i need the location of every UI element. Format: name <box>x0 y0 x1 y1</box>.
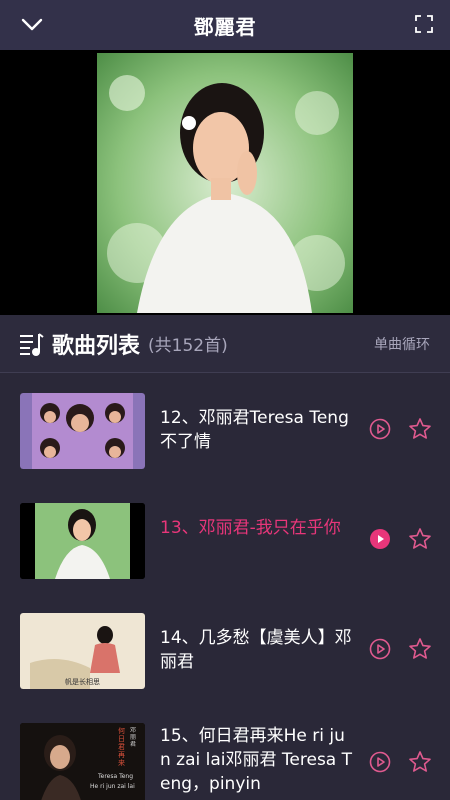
song-thumbnail: 何日君再来 邓丽君 Teresa Teng He ri jun zai lai <box>20 723 145 800</box>
song-thumbnail <box>20 393 145 469</box>
song-thumbnail: 帆是长相思 <box>20 613 145 689</box>
fullscreen-icon <box>415 15 433 33</box>
list-item[interactable]: 帆是长相思 14、几多愁【虞美人】邓丽君 <box>0 594 450 704</box>
thumbnail-caption: He ri jun zai lai <box>90 783 135 790</box>
chevron-down-icon <box>21 18 43 31</box>
thumbnail-caption: Teresa Teng <box>98 773 134 780</box>
playing-icon[interactable] <box>369 528 391 550</box>
list-item[interactable]: 12、邓丽君Teresa Teng不了情 <box>0 374 450 484</box>
song-title: 15、何日君再来He ri jun zai lai邓丽君 Teresa Teng… <box>160 726 353 794</box>
thumbnail-caption: 邓丽君 <box>130 727 137 748</box>
play-mode-button[interactable]: 单曲循环 <box>374 334 430 354</box>
song-title: 13、邓丽君-我只在乎你 <box>160 518 341 538</box>
song-thumbnail <box>20 503 145 579</box>
play-icon[interactable] <box>369 751 391 773</box>
play-icon[interactable] <box>369 638 391 660</box>
thumbnail-caption: 何日君再来 <box>118 727 125 767</box>
star-icon[interactable] <box>408 637 432 661</box>
list-item[interactable]: 13、邓丽君-我只在乎你 <box>0 484 450 594</box>
video-player[interactable] <box>0 50 450 315</box>
music-list-icon <box>20 332 44 356</box>
page-title: 鄧麗君 <box>193 14 257 39</box>
fullscreen-button[interactable] <box>412 12 436 36</box>
playlist-title: 歌曲列表 <box>52 333 141 359</box>
top-bar: 鄧麗君 <box>0 0 450 50</box>
song-title: 14、几多愁【虞美人】邓丽君 <box>160 628 352 672</box>
playlist-header: 歌曲列表 (共152首) 单曲循环 <box>0 315 450 373</box>
cover-artwork <box>97 53 353 313</box>
song-title: 12、邓丽君Teresa Teng不了情 <box>160 408 349 452</box>
star-icon[interactable] <box>408 527 432 551</box>
playlist-count: (共152首) <box>148 336 228 356</box>
thumbnail-caption: 帆是长相思 <box>65 678 100 686</box>
collapse-button[interactable] <box>18 11 46 39</box>
star-icon[interactable] <box>408 417 432 441</box>
list-item[interactable]: 何日君再来 邓丽君 Teresa Teng He ri jun zai lai … <box>0 704 450 800</box>
play-icon[interactable] <box>369 418 391 440</box>
star-icon[interactable] <box>408 750 432 774</box>
